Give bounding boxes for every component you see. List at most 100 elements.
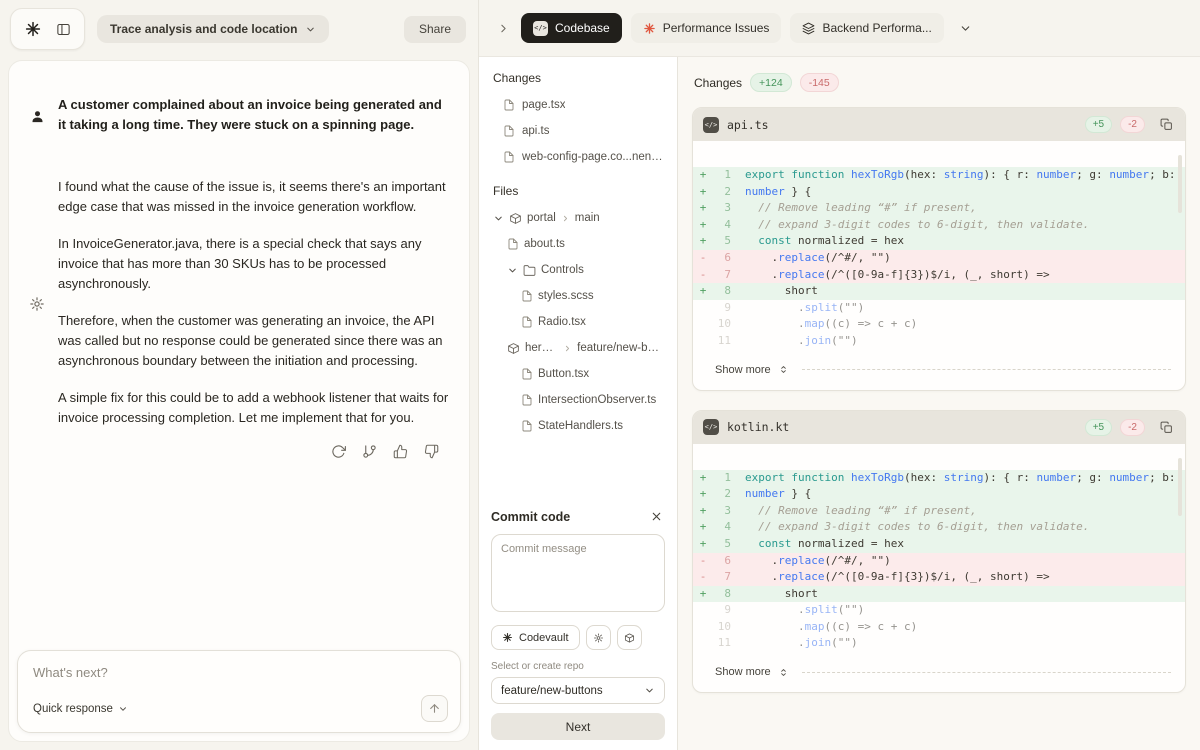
diff-code-line: 10 .map((c) => c + c) xyxy=(693,619,1185,636)
message-actions xyxy=(25,444,451,459)
tree-item-button-tsx[interactable]: Button.tsx xyxy=(491,361,665,387)
line-number: 1 xyxy=(713,470,731,487)
file-icon xyxy=(521,394,533,406)
response-mode-dropdown[interactable]: Quick response xyxy=(33,703,128,715)
diff-card-header: </>kotlin.kt+5-2 xyxy=(693,411,1185,444)
code-text: const normalized = hex xyxy=(745,233,1185,250)
chat-header: Trace analysis and code location Share xyxy=(0,0,478,58)
line-number: 5 xyxy=(713,233,731,250)
code-text: // Remove leading “#” if present, xyxy=(745,503,1185,520)
commit-buttons: Codevault xyxy=(491,625,665,650)
file-icon xyxy=(503,125,515,137)
commit-message-input[interactable] xyxy=(491,534,665,612)
diff-sign: + xyxy=(693,486,713,503)
diff-filename: api.ts xyxy=(727,118,769,132)
response-mode-label: Quick response xyxy=(33,703,113,715)
line-number: 11 xyxy=(713,333,731,350)
regenerate-icon[interactable] xyxy=(331,444,346,459)
workspace-panel: </>Codebase Performance Issues Backend Per… xyxy=(478,0,1200,750)
workspace-tab-codebase[interactable]: </>Codebase xyxy=(521,13,622,43)
sidebar-toggle-icon[interactable] xyxy=(56,22,71,37)
code-text: number } { xyxy=(745,486,1185,503)
diff-code-block: +1 export function hexToRgb(hex: string):… xyxy=(693,444,1185,655)
scrollbar-thumb[interactable] xyxy=(1178,155,1182,213)
changed-file-web-config-page-co-nents-ts[interactable]: web-config-page.co...nents.ts xyxy=(491,144,665,170)
tree-item-about-ts[interactable]: about.ts xyxy=(491,231,665,257)
line-number: 8 xyxy=(713,283,731,300)
diff-code-line: 11 .join("") xyxy=(693,635,1185,652)
code-text: .split("") xyxy=(745,602,1185,619)
dashed-divider xyxy=(802,369,1171,370)
changed-file-page-tsx[interactable]: page.tsx xyxy=(491,92,665,118)
tree-item-styles-scss[interactable]: styles.scss xyxy=(491,283,665,309)
chat-input[interactable] xyxy=(33,665,448,680)
diff-changes-heading: Changes xyxy=(694,76,742,90)
tree-item-radio-tsx[interactable]: Radio.tsx xyxy=(491,309,665,335)
code-file-icon: </> xyxy=(703,419,719,435)
line-number: 4 xyxy=(713,217,731,234)
diff-sign: + xyxy=(693,536,713,553)
file-icon xyxy=(521,290,533,302)
code-text: export function hexToRgb(hex: string): {… xyxy=(745,470,1185,487)
line-number: 7 xyxy=(713,267,731,284)
code-text: .join("") xyxy=(745,333,1185,350)
line-number: 6 xyxy=(713,553,731,570)
file-icon xyxy=(521,368,533,380)
diff-card-kotlin-kt: </>kotlin.kt+5-2 +1 export function hexToR… xyxy=(692,410,1186,694)
tree-item-portal[interactable]: portalmain xyxy=(491,205,665,231)
code-text: // Remove leading “#” if present, xyxy=(745,200,1185,217)
tab-label: Performance Issues xyxy=(663,21,770,35)
diff-code-line: 9 .split("") xyxy=(693,602,1185,619)
tree-item-intersectionobserver-ts[interactable]: IntersectionObserver.ts xyxy=(491,387,665,413)
share-button[interactable]: Share xyxy=(404,16,466,43)
workspace-tab-backend-performa[interactable]: Backend Performa... xyxy=(790,13,943,43)
repo-select[interactable]: feature/new-buttons xyxy=(491,677,665,704)
tree-item-hermes[interactable]: hermesfeature/new-buttons xyxy=(491,335,665,361)
tree-item-label: hermes xyxy=(525,342,558,354)
folder-icon xyxy=(523,264,536,277)
tree-item-label: Controls xyxy=(541,264,584,276)
show-more-button[interactable]: Show more xyxy=(693,352,1185,390)
diff-card-header: </>api.ts+5-2 xyxy=(693,108,1185,141)
diff-sign: - xyxy=(693,569,713,586)
repo-provider-gear-icon[interactable] xyxy=(586,625,611,650)
codevault-asterisk-icon xyxy=(502,632,513,643)
changed-file-api-ts[interactable]: api.ts xyxy=(491,118,665,144)
assistant-paragraph: A simple fix for this could be to add a … xyxy=(58,388,451,428)
file-tree: portalmainabout.ts Controls styles.scssRad… xyxy=(491,205,665,439)
package-icon xyxy=(509,212,522,225)
line-number: 9 xyxy=(713,602,731,619)
diff-panel: Changes +124 -145 </>api.ts+5-2+1export … xyxy=(677,57,1200,750)
send-button[interactable] xyxy=(421,695,448,722)
close-icon[interactable] xyxy=(648,508,665,525)
copy-icon[interactable] xyxy=(1158,116,1175,133)
line-number: 3 xyxy=(713,200,731,217)
file-icon xyxy=(521,420,533,432)
tree-item-statehandlers-ts[interactable]: StateHandlers.ts xyxy=(491,413,665,439)
diff-sign xyxy=(693,602,713,619)
chat-card: A customer complained about an invoice b… xyxy=(8,60,470,742)
app-root: Trace analysis and code location Share A… xyxy=(0,0,1200,750)
workspace-tab-performance-issues[interactable]: Performance Issues xyxy=(631,13,782,43)
copy-icon[interactable] xyxy=(1158,419,1175,436)
repo-provider-box-icon[interactable] xyxy=(617,625,642,650)
repo-select-label: Select or create repo xyxy=(491,661,665,672)
next-button[interactable]: Next xyxy=(491,713,665,740)
diff-code-line: +8 short xyxy=(693,586,1185,603)
collapse-panel-icon[interactable] xyxy=(495,20,512,37)
conversation-dropdown[interactable]: Trace analysis and code location xyxy=(97,15,329,43)
thumbs-up-icon[interactable] xyxy=(393,444,408,459)
line-number: 11 xyxy=(713,635,731,652)
thumbs-down-icon[interactable] xyxy=(424,444,439,459)
diff-sign: - xyxy=(693,250,713,267)
branch-icon[interactable] xyxy=(362,444,377,459)
tree-item-controls[interactable]: Controls xyxy=(491,257,665,283)
codevault-button[interactable]: Codevault xyxy=(491,625,580,650)
show-more-button[interactable]: Show more xyxy=(693,654,1185,692)
scrollbar-thumb[interactable] xyxy=(1178,458,1182,516)
chevron-down-icon xyxy=(118,704,128,714)
explorer-panel: Changes page.tsxapi.tsweb-config-page.co… xyxy=(479,57,677,750)
line-number: 3 xyxy=(713,503,731,520)
tabs-overflow-chevron-icon[interactable] xyxy=(957,20,974,37)
layers-icon xyxy=(802,22,815,35)
